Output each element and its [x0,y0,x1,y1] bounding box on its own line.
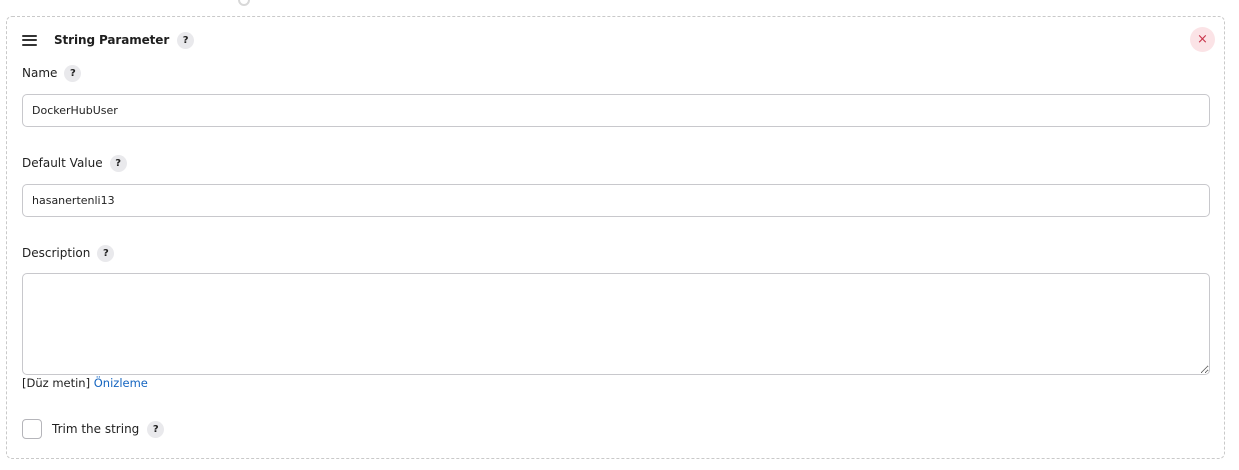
card-header: String Parameter ? [22,30,195,50]
format-label: [Düz metin] [22,376,91,390]
page: String Parameter ? × Name ? Default Valu… [0,0,1239,470]
preview-link[interactable]: Önizleme [94,376,148,390]
trim-label[interactable]: Trim the string [52,422,139,436]
name-input[interactable] [22,94,1210,127]
card-title: String Parameter [54,33,170,47]
description-format-row: [Düz metin] Önizleme [22,376,148,390]
card-help-icon[interactable]: ? [177,31,195,49]
name-help-icon[interactable]: ? [64,64,82,82]
drag-handle-icon[interactable] [22,34,37,46]
default-value-help-icon[interactable]: ? [109,154,127,172]
default-value-input[interactable] [22,184,1210,217]
default-value-label: Default Value [22,156,103,170]
description-help-icon[interactable]: ? [97,244,115,262]
default-value-label-row: Default Value ? [22,153,127,173]
name-label: Name [22,66,58,80]
string-parameter-card: String Parameter ? × Name ? Default Valu… [6,16,1225,459]
close-button[interactable]: × [1190,27,1215,52]
description-label: Description [22,246,91,260]
description-label-row: Description ? [22,243,115,263]
description-textarea[interactable] [22,273,1210,375]
trim-checkbox[interactable] [22,419,42,439]
name-label-row: Name ? [22,63,82,83]
trim-row: Trim the string ? [22,419,165,439]
trim-help-icon[interactable]: ? [147,420,165,438]
previous-element-edge [238,0,250,6]
